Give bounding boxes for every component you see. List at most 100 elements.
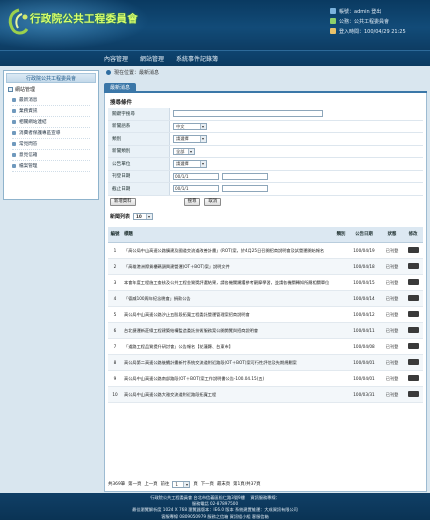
category-select[interactable]: 請選擇 — [173, 135, 207, 143]
row-date: 100/04/15 — [347, 274, 381, 291]
row-edit-cell — [403, 258, 423, 275]
keyword-row: 關鍵字搜尋 — [108, 108, 423, 121]
col-date: 公告日期 — [347, 226, 381, 243]
row-title[interactable]: 「德威100周年紀念晚會」捐款公告 — [122, 290, 335, 307]
sidebar-item-label: 最新消息 — [19, 97, 38, 103]
sidebar-heading: 行政院公共工程委員會 — [6, 73, 96, 83]
row-category — [335, 370, 347, 387]
footer: 行政院公共工程委員會 台北市信義區松仁路3號9樓 資訊服務專線： 服務電話 02… — [0, 493, 430, 520]
row-category — [335, 242, 347, 259]
expire-date-start-input[interactable]: 00/1/1 — [173, 185, 219, 193]
table-row: 10 高公局中山高速公路大雅交流道附近路段拓寬工程 100/03/31 已刊登 — [108, 386, 423, 403]
unit-select[interactable]: 請選擇 — [173, 160, 207, 168]
row-number: 8 — [108, 354, 122, 371]
language-select[interactable]: 中文 — [173, 122, 207, 130]
sidebar-item-mailbox[interactable]: 意見信箱 — [12, 150, 90, 161]
edit-button[interactable] — [407, 247, 419, 253]
page-icon — [12, 164, 16, 168]
row-status: 已刊登 — [381, 386, 403, 403]
row-edit-cell — [403, 338, 423, 355]
category-label: 類別 — [108, 133, 170, 145]
form-buttons: 新增資料 搜尋 取消 — [108, 196, 423, 208]
page-size-select[interactable]: 10 — [133, 212, 154, 221]
unit-value: 請選擇 — [176, 161, 189, 166]
row-edit-cell — [403, 242, 423, 259]
news-category-select[interactable]: 全部 — [173, 147, 195, 155]
row-date: 100/04/12 — [347, 306, 381, 323]
row-title[interactable]: 台北捷運新莊線工程建築結構監造委託技術服務案公開閱覽與招商說明會 — [122, 322, 335, 339]
cancel-button[interactable]: 取消 — [204, 197, 222, 206]
table-row: 8 高公局第二高速公路後續計畫新竹系統交流道附近路段(OT＋BOT)案可行性評估及… — [108, 354, 423, 371]
edit-button[interactable] — [407, 263, 419, 269]
pager-next[interactable]: 下一頁 — [201, 481, 214, 487]
sidebar-item-files[interactable]: 檔案管理 — [12, 161, 90, 172]
pager-prev[interactable]: 上一頁 — [144, 481, 157, 487]
row-title[interactable]: 高公局中山高速公路汐止五股段拓寬工程委託營運管理案招商說明會 — [122, 306, 335, 323]
row-status: 已刊登 — [381, 354, 403, 371]
header: 行政院公共工程委員會 帳號：admin 登出 公務：公共工程委員會 登入時間：1… — [0, 0, 430, 50]
row-edit-cell — [403, 386, 423, 403]
row-category — [335, 386, 347, 403]
edit-button[interactable] — [407, 311, 419, 317]
sidebar-item-business[interactable]: 業務資訊 — [12, 106, 90, 117]
expire-date-end-input[interactable] — [222, 185, 268, 193]
search-section-title: 搜尋條件 — [110, 100, 133, 106]
add-button[interactable]: 新增資料 — [110, 197, 136, 206]
row-date: 100/04/01 — [347, 354, 381, 371]
sidebar-group[interactable]: 網站管理 — [8, 86, 94, 93]
nav-content-management[interactable]: 內容管理 — [104, 54, 128, 63]
expire-date-label: 截止日期 — [108, 183, 170, 195]
table-header-row: 編號 標題 類別 公告日期 狀態 修改 — [108, 226, 423, 243]
pager: 共369筆 第一頁 上一頁 前往 1 頁 下一頁 最末頁 第1頁/共37頁 — [108, 480, 261, 488]
row-number: 3 — [108, 274, 122, 291]
pager-page-select[interactable]: 1 — [172, 480, 191, 488]
sidebar-item-faq[interactable]: 常見問答 — [12, 139, 90, 150]
col-category: 類別 — [335, 226, 347, 243]
col-edit: 修改 — [403, 226, 423, 243]
edit-button[interactable] — [407, 375, 419, 381]
sidebar-item-news[interactable]: 最新消息 — [12, 95, 90, 106]
row-title[interactable]: 高公局中山高速公路南部路段(OT＋BOT)案工作說明書公告-100.04.15(… — [122, 370, 335, 387]
row-title[interactable]: 高公局第二高速公路後續計畫新竹系統交流道附近路段(OT＋BOT)案可行性評估及先… — [122, 354, 335, 371]
chevron-down-icon — [200, 136, 206, 142]
tab-news[interactable]: 最新消息 — [104, 83, 137, 93]
edit-button[interactable] — [407, 279, 419, 285]
keyword-input[interactable] — [173, 110, 323, 118]
category-value: 請選擇 — [176, 136, 189, 141]
row-number: 10 — [108, 386, 122, 403]
row-category — [335, 274, 347, 291]
edit-button[interactable] — [407, 391, 419, 397]
row-title[interactable]: 高公局中山高速公路大雅交流道附近路段拓寬工程 — [122, 386, 335, 403]
row-date: 100/04/11 — [347, 322, 381, 339]
edit-button[interactable] — [407, 343, 419, 349]
row-title[interactable]: 「高公局中山高速公路擴建及國道交流道改善計畫」(ROT)案，於4月25日召開招商… — [122, 242, 335, 259]
table-row: 5 高公局中山高速公路汐止五股段拓寬工程委託營運管理案招商說明會 100/04/12… — [108, 306, 423, 323]
pager-goto-suffix: 頁 — [193, 482, 198, 488]
nav-event-log[interactable]: 系統事件記錄簿 — [176, 54, 218, 63]
pager-first[interactable]: 第一頁 — [128, 481, 141, 487]
edit-button[interactable] — [407, 359, 419, 365]
row-edit-cell — [403, 354, 423, 371]
pager-last[interactable]: 最末頁 — [217, 481, 230, 487]
publish-date-end-input[interactable] — [222, 172, 268, 180]
edit-button[interactable] — [407, 327, 419, 333]
publish-date-start-input[interactable]: 00/1/1 — [173, 172, 219, 180]
row-date: 100/04/14 — [347, 290, 381, 307]
sidebar-item-label: 業務資訊 — [19, 108, 38, 114]
row-edit-cell — [403, 290, 423, 307]
publish-date-row: 刊登日期 00/1/1 — [108, 170, 423, 183]
search-button[interactable]: 搜尋 — [183, 197, 201, 206]
nav-site-management[interactable]: 網站管理 — [140, 54, 164, 63]
row-title[interactable]: 「高雄港洲際貨櫃碼頭興建營運(OT＋BOT)案」說明文件 — [122, 258, 335, 275]
row-title[interactable]: 「道路工程品質提升研討會」公告報名【花蓮縣、台東市】 — [122, 338, 335, 355]
col-status: 狀態 — [381, 226, 403, 243]
sidebar-item-links[interactable]: 相關網站連結 — [12, 117, 90, 128]
keyword-label: 關鍵字搜尋 — [108, 108, 170, 120]
sidebar-item-consumer[interactable]: 消費者保護專區宣導 — [12, 128, 90, 139]
row-title[interactable]: 本會年度工程施工查核及公共工程金質獎評選結果，請各機關踴躍參考觀摩學習，並請各機… — [122, 274, 335, 291]
logout-link[interactable]: 帳號：admin 登出 — [339, 8, 381, 15]
home-icon — [330, 18, 336, 24]
content-panel: 搜尋條件 關鍵字搜尋 新聞語系 中文 類別 請選擇 新聞類別 全部 公告單位 請… — [104, 93, 427, 492]
edit-button[interactable] — [407, 295, 419, 301]
table-row: 9 高公局中山高速公路南部路段(OT＋BOT)案工作說明書公告-100.04.15… — [108, 370, 423, 387]
